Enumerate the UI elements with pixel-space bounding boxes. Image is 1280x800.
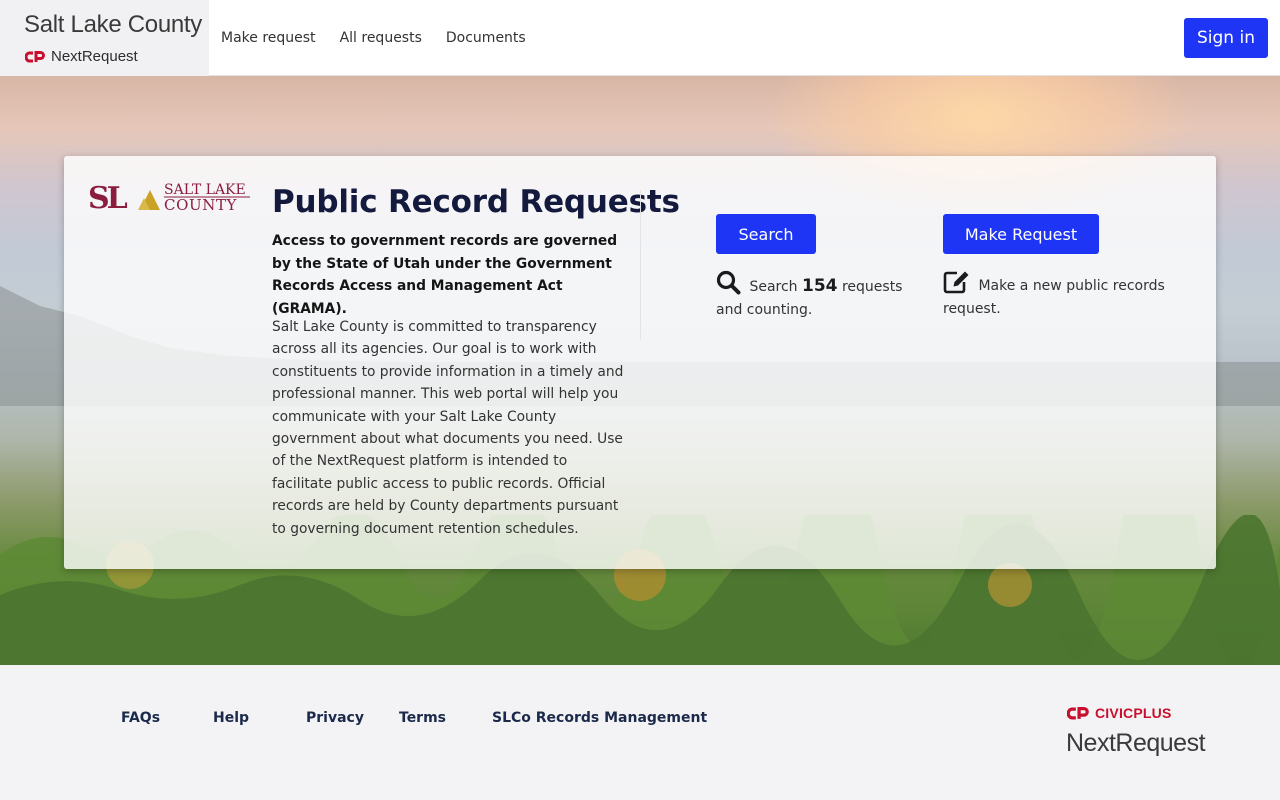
civicplus-brand: CIVICPLUS [1067, 705, 1171, 721]
footer-link-terms[interactable]: Terms [399, 710, 446, 726]
footer-link-help[interactable]: Help [213, 710, 249, 726]
logo-monogram: SL [88, 181, 128, 214]
brand-block[interactable]: Salt Lake County NextRequest [0, 0, 209, 76]
footer-link-privacy[interactable]: Privacy [306, 710, 364, 726]
search-prefix: Search [749, 279, 798, 295]
search-button[interactable]: Search [716, 214, 816, 254]
civicplus-logo-icon [1067, 706, 1089, 719]
footer-link-records-management[interactable]: SLCo Records Management [492, 710, 707, 726]
logo-text-line2: COUNTY [164, 196, 238, 214]
request-count: 154 [802, 276, 838, 296]
make-request-note: Make a new public records request. [943, 278, 1165, 317]
footer-link-faqs[interactable]: FAQs [121, 710, 160, 726]
intro-card: SL SALT LAKE COUNTY Public Record Reques… [64, 156, 1216, 569]
page-title: Public Record Requests [272, 184, 680, 220]
brand-product: NextRequest [25, 48, 138, 65]
make-request-button[interactable]: Make Request [943, 214, 1099, 254]
nav-make-request[interactable]: Make request [209, 30, 328, 46]
search-icon [716, 270, 741, 295]
county-name: Salt Lake County [24, 11, 202, 38]
edit-icon [943, 271, 969, 294]
search-summary: Search 154 requests and counting. [716, 270, 916, 322]
footer-product-name: NextRequest [1066, 729, 1206, 757]
grama-statement: Access to government records are governe… [272, 233, 618, 317]
salt-lake-county-logo: SL SALT LAKE COUNTY [88, 181, 250, 214]
nav-documents[interactable]: Documents [434, 30, 538, 46]
civicplus-text: CIVICPLUS [1095, 705, 1172, 721]
civicplus-logo-icon [25, 50, 45, 62]
nav-all-requests[interactable]: All requests [328, 30, 434, 46]
column-divider [640, 190, 641, 340]
top-navbar: Salt Lake County NextRequest Make reques… [0, 0, 1280, 76]
brand-product-name: NextRequest [51, 48, 138, 65]
main-nav: Make request All requests Documents [209, 0, 538, 76]
make-request-summary: Make a new public records request. [943, 270, 1173, 321]
sign-in-button[interactable]: Sign in [1184, 18, 1268, 58]
footer: FAQs Help Privacy Terms SLCo Records Man… [0, 665, 1280, 800]
portal-description: Salt Lake County is committed to transpa… [272, 319, 624, 537]
